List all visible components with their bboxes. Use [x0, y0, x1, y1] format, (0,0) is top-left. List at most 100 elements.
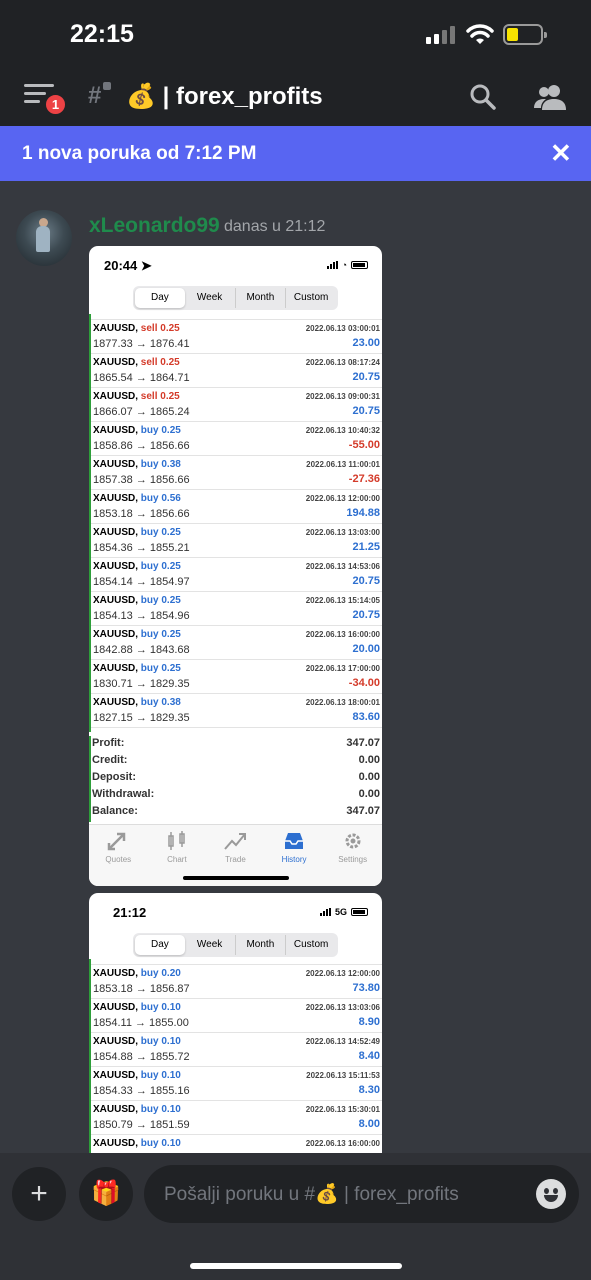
new-messages-text: 1 nova poruka od 7:12 PM — [22, 143, 257, 164]
trade-row: XAUUSD, buy 0.10 1854.33 → 1855.16 2022.06… — [91, 1067, 382, 1101]
trade-side: buy 0.25 — [140, 595, 181, 606]
trade-icon — [224, 833, 247, 850]
trade-side: sell 0.25 — [140, 357, 180, 368]
tab-week: Week — [196, 292, 223, 303]
trade-side: sell 0.25 — [140, 391, 180, 402]
trade-symbol-text: XAUUSD, — [93, 357, 139, 368]
trade-datetime: 2022.06.13 18:00:01 — [305, 698, 380, 707]
trade-symbol-text: XAUUSD, — [93, 561, 139, 572]
trade-profit: 20.75 — [352, 371, 380, 383]
trade-row: XAUUSD, buy 0.25 1854.13 → 1854.96 2022.06… — [91, 592, 382, 626]
network-type: 5G — [334, 907, 347, 917]
trade-side: buy 0.10 — [140, 1002, 181, 1013]
gift-icon: 🎁 — [91, 1180, 121, 1207]
tab-label: Settings — [338, 855, 368, 864]
trade-datetime: 2022.06.13 03:00:01 — [305, 324, 380, 333]
home-indicator — [190, 1263, 402, 1269]
summary-row-deposit: Deposit: 0.00 — [91, 770, 382, 787]
trade-row: XAUUSD, buy 0.25 1854.14 → 1854.97 2022.06… — [91, 558, 382, 592]
trade-datetime: 2022.06.13 11:00:01 — [306, 460, 380, 469]
trade-side: buy 0.25 — [140, 527, 181, 538]
trade-datetime: 2022.06.13 15:30:01 — [305, 1105, 380, 1114]
add-attachment-button[interactable]: + — [12, 1167, 66, 1221]
message-author[interactable]: xLeonardo99 — [89, 214, 220, 238]
trade-profit: 20.75 — [352, 575, 380, 587]
trade-datetime: 2022.06.13 16:00:00 — [305, 630, 380, 639]
trade-symbol: XAUUSD, buy 0.25 — [93, 663, 181, 674]
trade-datetime: 2022.06.13 10:40:32 — [305, 426, 380, 435]
attachment-image-1[interactable]: 20:44 ➤ ◔ Day Week Month Custom XAUUSD, … — [89, 246, 382, 886]
history-icon — [285, 833, 304, 849]
period-segmented-control: Day Week Month Custom — [133, 286, 338, 310]
trade-side: buy 0.10 — [140, 1070, 181, 1081]
emoji-icon[interactable] — [536, 1179, 566, 1209]
trade-datetime: 2022.06.13 17:00:00 — [305, 664, 380, 673]
attachment-image-2[interactable]: 21:12 5G Day Week Month Custom XAUUSD, b… — [89, 893, 382, 1153]
quotes-icon — [108, 832, 126, 851]
trade-symbol: XAUUSD, buy 0.56 — [93, 493, 181, 504]
trade-symbol-text: XAUUSD, — [93, 1138, 139, 1149]
trade-symbol: XAUUSD, buy 0.25 — [93, 629, 181, 640]
trade-row: XAUUSD, buy 0.10 1854.88 → 1855.72 2022.06… — [91, 1033, 382, 1067]
trade-prices: 1854.13 → 1854.96 — [93, 610, 190, 622]
trade-profit: 8.00 — [358, 1118, 380, 1130]
trade-datetime: 2022.06.13 08:17:24 — [305, 358, 380, 367]
trade-prices: 1865.54 → 1864.71 — [93, 372, 190, 384]
trade-row: XAUUSD, sell 0.25 1865.54 → 1864.71 2022.0… — [91, 354, 382, 388]
trade-prices: 1827.15 → 1829.35 — [93, 712, 190, 724]
trade-symbol: XAUUSD, buy 0.25 — [93, 425, 181, 436]
summary-row-credit: Credit: 0.00 — [91, 753, 382, 770]
trade-row: XAUUSD, buy 0.25 1842.88 → 1843.68 2022.06… — [91, 626, 382, 660]
summary-label: Credit: — [92, 754, 128, 766]
trade-symbol: XAUUSD, buy 0.10 — [93, 1104, 181, 1115]
wifi-icon — [466, 24, 494, 44]
summary-value: 0.00 — [358, 754, 380, 766]
trade-datetime: 2022.06.13 16:00:00 — [305, 1139, 380, 1148]
cellular-signal-icon — [319, 908, 331, 916]
summary-row-profit: Profit: 347.07 — [91, 736, 382, 753]
trade-symbol: XAUUSD, sell 0.25 — [93, 357, 180, 368]
close-icon[interactable]: ✕ — [550, 138, 572, 169]
channel-title[interactable]: 💰 | forex_profits — [126, 82, 323, 111]
trade-symbol: XAUUSD, buy 0.25 — [93, 527, 181, 538]
trade-datetime: 2022.06.13 14:52:49 — [305, 1037, 380, 1046]
trade-profit: 8.40 — [358, 1050, 380, 1062]
summary-label: Profit: — [92, 737, 125, 749]
summary-value: 347.07 — [346, 737, 380, 749]
trade-profit: -55.00 — [348, 439, 380, 451]
trade-symbol: XAUUSD, buy 0.20 — [93, 968, 181, 979]
trade-symbol-text: XAUUSD, — [93, 1036, 139, 1047]
message-input[interactable]: Pošalji poruku u #💰 | forex_profits — [144, 1165, 579, 1223]
chart-icon — [168, 831, 185, 850]
trade-prices: 1877.33 → 1876.41 — [93, 338, 190, 350]
tab-quotes: Quotes — [89, 825, 148, 886]
trade-row: XAUUSD, buy 0.25 1854.36 → 1855.21 2022.06… — [91, 524, 382, 558]
trade-symbol: XAUUSD, buy 0.38 — [93, 697, 181, 708]
period-segmented-control: Day Week Month Custom — [133, 933, 338, 957]
trade-side: buy 0.56 — [140, 493, 181, 504]
trade-symbol-text: XAUUSD, — [93, 629, 139, 640]
notification-badge: 1 — [43, 92, 68, 117]
gift-button[interactable]: 🎁 — [79, 1167, 133, 1221]
battery-icon — [503, 24, 547, 45]
trade-side: buy 0.20 — [140, 968, 181, 979]
plus-icon: + — [30, 1177, 48, 1210]
trade-symbol-text: XAUUSD, — [93, 968, 139, 979]
trade-row: XAUUSD, buy 0.10 2022.06.13 16:00:00 — [91, 1135, 382, 1153]
trade-symbol: XAUUSD, buy 0.10 — [93, 1002, 181, 1013]
trade-row: XAUUSD, buy 0.25 1858.86 → 1856.66 2022.06… — [91, 422, 382, 456]
trade-row: XAUUSD, buy 0.38 1827.15 → 1829.35 2022.06… — [91, 694, 382, 728]
tab-label: Quotes — [105, 855, 132, 864]
trade-row: XAUUSD, buy 0.25 1830.71 → 1829.35 2022.06… — [91, 660, 382, 694]
search-icon[interactable] — [470, 84, 496, 110]
trade-side: buy 0.10 — [140, 1036, 181, 1047]
attachment-status-icons: ◔ — [326, 260, 368, 270]
new-messages-banner[interactable]: 1 nova poruka od 7:12 PM ✕ — [0, 126, 591, 181]
tab-label: History — [281, 855, 307, 864]
avatar[interactable] — [16, 210, 72, 266]
wifi-icon: ◔ — [341, 260, 347, 270]
trade-row: XAUUSD, sell 0.25 1877.33 → 1876.41 2022.0… — [91, 320, 382, 354]
members-icon[interactable] — [534, 82, 566, 112]
home-indicator — [183, 876, 289, 880]
trade-side: buy 0.38 — [140, 459, 181, 470]
